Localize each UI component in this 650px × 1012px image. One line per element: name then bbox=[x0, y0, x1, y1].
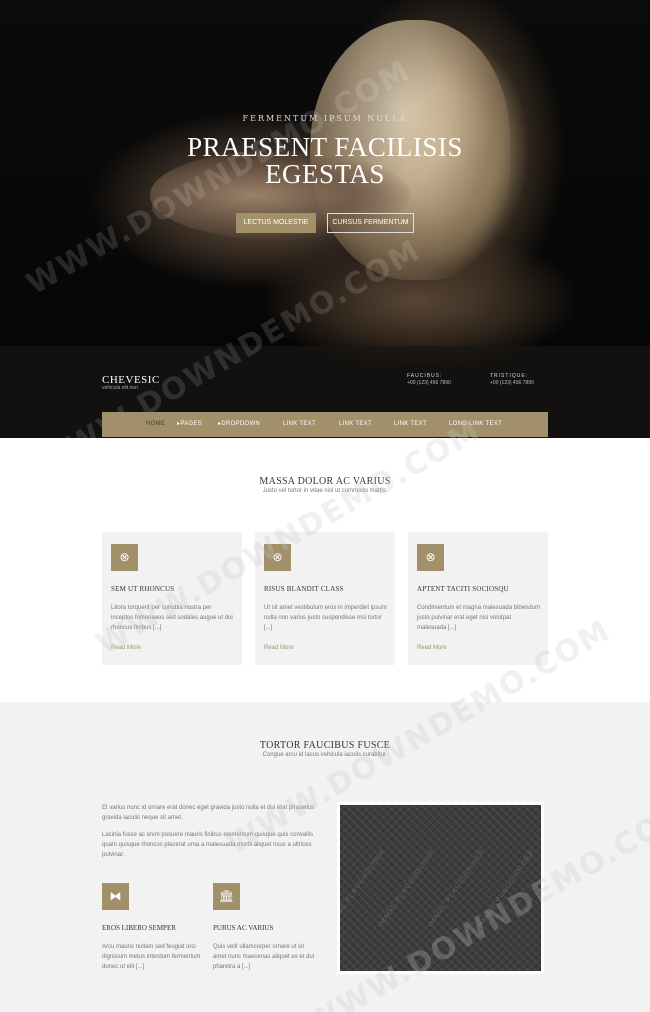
read-more-link[interactable]: Read More bbox=[417, 645, 447, 651]
nav-item-dropdown[interactable]: ▸DROPDOWN bbox=[218, 412, 260, 437]
read-more-link[interactable]: Read More bbox=[264, 645, 294, 651]
contact-phone-faucibus: +00 (123) 456 7890 bbox=[407, 380, 451, 386]
feature-title: PURUS AC VARIUS bbox=[213, 924, 274, 932]
contact-label-faucibus: FAUCIBUS: bbox=[407, 373, 443, 379]
contact-phone-tristique: +00 (123) 456 7890 bbox=[490, 380, 534, 386]
placeholder-label: IMAGE PLACEHOLDER bbox=[377, 848, 437, 929]
placeholder-label: IMAGE PLACEHOLDER bbox=[427, 848, 487, 929]
feature-card: ⊗ RISUS BLANDIT CLASS Ut sit amet vestib… bbox=[255, 532, 395, 665]
nav-item-label: DROPDOWN bbox=[221, 421, 261, 427]
card-text: Ut sit amet vestibulum eros in imperdiet… bbox=[264, 605, 387, 631]
hero-title: PRAESENT FACILISIS EGESTAS bbox=[0, 134, 650, 188]
nav-item-link-text[interactable]: LINK TEXT bbox=[283, 412, 316, 437]
hero-title-line2: EGESTAS bbox=[265, 159, 385, 189]
bank-icon: 🏛 bbox=[213, 883, 240, 910]
contact-label-tristique: TRISTIQUE: bbox=[490, 373, 529, 379]
section2-paragraph: Et varius nunc id ornare erat donec eget… bbox=[102, 805, 315, 821]
hero-section: WWW.DOWNDEMO.COM WWW.DOWNDEMO.COM FERMEN… bbox=[0, 0, 650, 438]
section1-title: MASSA DOLOR AC VARIUS bbox=[259, 476, 391, 487]
lectus-molestie-button[interactable]: LECTUS MOLESTIE bbox=[236, 213, 316, 233]
cursus-fermentum-button[interactable]: CURSUS FERMENTUM bbox=[327, 213, 414, 233]
card-title: RISUS BLANDIT CLASS bbox=[264, 585, 344, 593]
image-placeholder: IMAGE PLACEHOLDER IMAGE PLACEHOLDER IMAG… bbox=[337, 802, 544, 974]
card-text: Condimentum et magna malesuada bibendum … bbox=[417, 605, 541, 631]
card-title: APTENT TACITI SOCIOSQU bbox=[417, 585, 509, 593]
main-nav: HOME ▸PAGES ▸DROPDOWN LINK TEXT LINK TEX… bbox=[102, 412, 548, 437]
compass-icon: ⊗ bbox=[264, 544, 291, 571]
section2-title: TORTOR FAUCIBUS FUSCE bbox=[259, 740, 391, 751]
nav-item-long-link-text[interactable]: LONG LINK TEXT bbox=[449, 412, 502, 437]
section2-subtitle: Congue arcu id lacus vehicula iaculis cu… bbox=[262, 752, 388, 758]
placeholder-label: IMAGE PLACEHOLDER bbox=[337, 848, 387, 929]
feature-title: EROS LIBERO SEMPER bbox=[102, 924, 176, 932]
feature-card: ⊗ SEM UT RHONCUS Litora torquent per con… bbox=[102, 532, 242, 665]
nav-item-link-text[interactable]: LINK TEXT bbox=[394, 412, 427, 437]
nav-item-home[interactable]: HOME bbox=[146, 412, 165, 437]
card-text: Litora torquent per conubia nostra per i… bbox=[111, 605, 233, 631]
compass-icon: ⊗ bbox=[111, 544, 138, 571]
compass-icon: ⊗ bbox=[417, 544, 444, 571]
feature-text: Quis velit ullamcorper ornare ut sit ame… bbox=[213, 944, 315, 970]
feature-text: Arcu mauris nullam sed feugiat orci dign… bbox=[102, 944, 201, 970]
nav-item-pages[interactable]: ▸PAGES bbox=[177, 412, 202, 437]
bowtie-icon: ⧓ bbox=[102, 883, 129, 910]
hero-kicker: FERMENTUM IPSUM NULLA bbox=[242, 114, 408, 123]
brand-tagline: vehicula elit non bbox=[102, 385, 138, 391]
feature-card: ⊗ APTENT TACITI SOCIOSQU Condimentum et … bbox=[408, 532, 548, 665]
card-title: SEM UT RHONCUS bbox=[111, 585, 175, 593]
read-more-link[interactable]: Read More bbox=[111, 645, 141, 651]
section1-subtitle: Justo vel tortor in vitae nisl ut commod… bbox=[262, 488, 388, 494]
nav-item-label: PAGES bbox=[180, 421, 203, 427]
hero-title-line1: PRAESENT FACILISIS bbox=[187, 132, 463, 162]
section2-paragraph: Lacinia fusce ac enim posuere mauris fin… bbox=[102, 832, 314, 858]
nav-item-link-text[interactable]: LINK TEXT bbox=[339, 412, 372, 437]
placeholder-label: IMAGE PLACEHOLDER bbox=[477, 848, 537, 929]
